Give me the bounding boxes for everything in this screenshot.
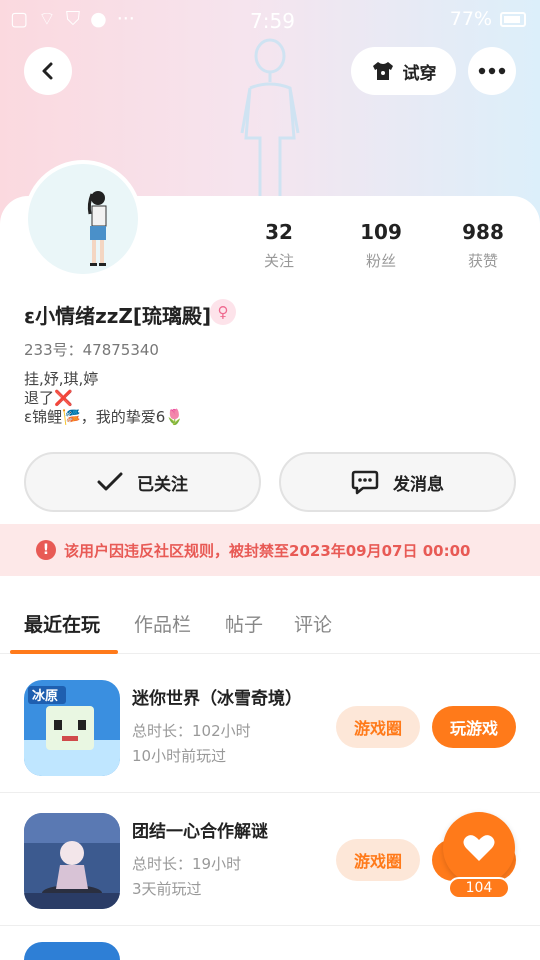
wifi-icon: ⌔ (37, 8, 56, 30)
avatar-character-image (87, 191, 107, 266)
battery-icon (500, 11, 526, 27)
stat-followers[interactable]: 109 粉丝 (331, 220, 431, 271)
back-arrow-icon (42, 62, 53, 80)
like-count-badge: 104 (448, 877, 510, 899)
stat-following-label: 关注 (263, 252, 294, 270)
game-last-played: 3天前玩过 (132, 880, 202, 898)
play-game-button[interactable]: 玩游戏 (432, 706, 516, 748)
game-icon-partial[interactable] (24, 942, 120, 960)
try-on-label: 试穿 (402, 63, 437, 84)
active-tab-indicator (10, 650, 118, 654)
user-id: 233号：47875340 (24, 341, 159, 359)
stat-followers-label: 粉丝 (365, 252, 396, 270)
game-duration: 总时长：102小时 (132, 722, 251, 740)
battery-percent: 77% (449, 8, 492, 30)
followed-button[interactable]: 已关注 (24, 452, 261, 512)
more-notifications-icon: ··· (116, 8, 135, 30)
app-icon: ● (90, 8, 107, 30)
puzzle-game-icon-art (24, 813, 120, 909)
stat-likes-label: 获赞 (467, 252, 498, 270)
more-dots-icon (478, 67, 506, 75)
gender-female-icon: ♀ (210, 299, 236, 325)
back-button[interactable] (24, 47, 72, 95)
chat-bubble-icon (351, 470, 379, 495)
game-duration: 总时长：19小时 (132, 855, 242, 873)
like-button[interactable] (443, 812, 515, 884)
game-title: 团结一心合作解谜 (132, 822, 268, 842)
profile-tabs: 最近在玩 作品栏 帖子 评论 (0, 596, 540, 654)
stat-followers-count: 109 (360, 220, 402, 244)
ban-notice-text: 该用户因违反社区规则，被封禁至2023年09月07日 00:00 (64, 541, 471, 560)
game-list-item[interactable]: 冰原 迷你世界（冰雪奇境） 总时长：102小时 10小时前玩过 游戏圈 玩游戏 (0, 660, 540, 793)
tab-posts[interactable]: 帖子 (225, 610, 263, 637)
send-message-button[interactable]: 发消息 (279, 452, 516, 512)
stat-likes[interactable]: 988 获赞 (433, 220, 533, 271)
avatar[interactable] (24, 160, 142, 278)
status-time: 7:59 (250, 9, 295, 33)
tshirt-icon (372, 62, 393, 80)
tab-comments[interactable]: 评论 (294, 610, 332, 637)
heart-icon (463, 835, 495, 861)
ban-notice-bar: ! 该用户因违反社区规则，被封禁至2023年09月07日 00:00 (0, 524, 540, 576)
bio-line: ε锦鲤🎏，我的挚爱6🌷 (24, 408, 185, 426)
game-icon-mini-world[interactable]: 冰原 (24, 680, 120, 776)
stat-following-count: 32 (265, 220, 293, 244)
tab-recently-played[interactable]: 最近在玩 (24, 610, 100, 637)
bio-line: 挂,妤,琪,婷 (24, 370, 99, 388)
followed-label: 已关注 (137, 474, 188, 495)
send-message-label: 发消息 (393, 474, 444, 495)
stat-following[interactable]: 32 关注 (229, 220, 329, 271)
try-on-button[interactable]: 试穿 (351, 47, 456, 95)
more-options-button[interactable] (468, 47, 516, 95)
outfit-preview-figure (240, 38, 300, 198)
profile-bio: 挂,妤,琪,婷 退了❌ ε锦鲤🎏，我的挚爱6🌷 (24, 370, 184, 427)
stat-likes-count: 988 (462, 220, 504, 244)
profile-name: ε小情绪zzZ[琉璃殿] (24, 304, 212, 328)
alert-icon: ! (36, 540, 56, 560)
tab-works[interactable]: 作品栏 (134, 610, 191, 637)
shield-icon: ⛉ (65, 8, 81, 30)
bio-line: 退了❌ (24, 389, 73, 407)
mini-world-icon-art: 冰原 (24, 680, 120, 776)
checkmark-icon (97, 472, 123, 491)
game-icon-puzzle[interactable] (24, 813, 120, 909)
notification-icon: ▢ (10, 8, 28, 30)
svg-text:冰原: 冰原 (32, 688, 58, 704)
game-last-played: 10小时前玩过 (132, 747, 227, 765)
game-circle-button[interactable]: 游戏圈 (336, 839, 420, 881)
status-bar: ▢ ⌔ ⛉ ● ··· 7:59 77% (0, 0, 540, 38)
game-title: 迷你世界（冰雪奇境） (132, 689, 302, 709)
game-circle-button[interactable]: 游戏圈 (336, 706, 420, 748)
